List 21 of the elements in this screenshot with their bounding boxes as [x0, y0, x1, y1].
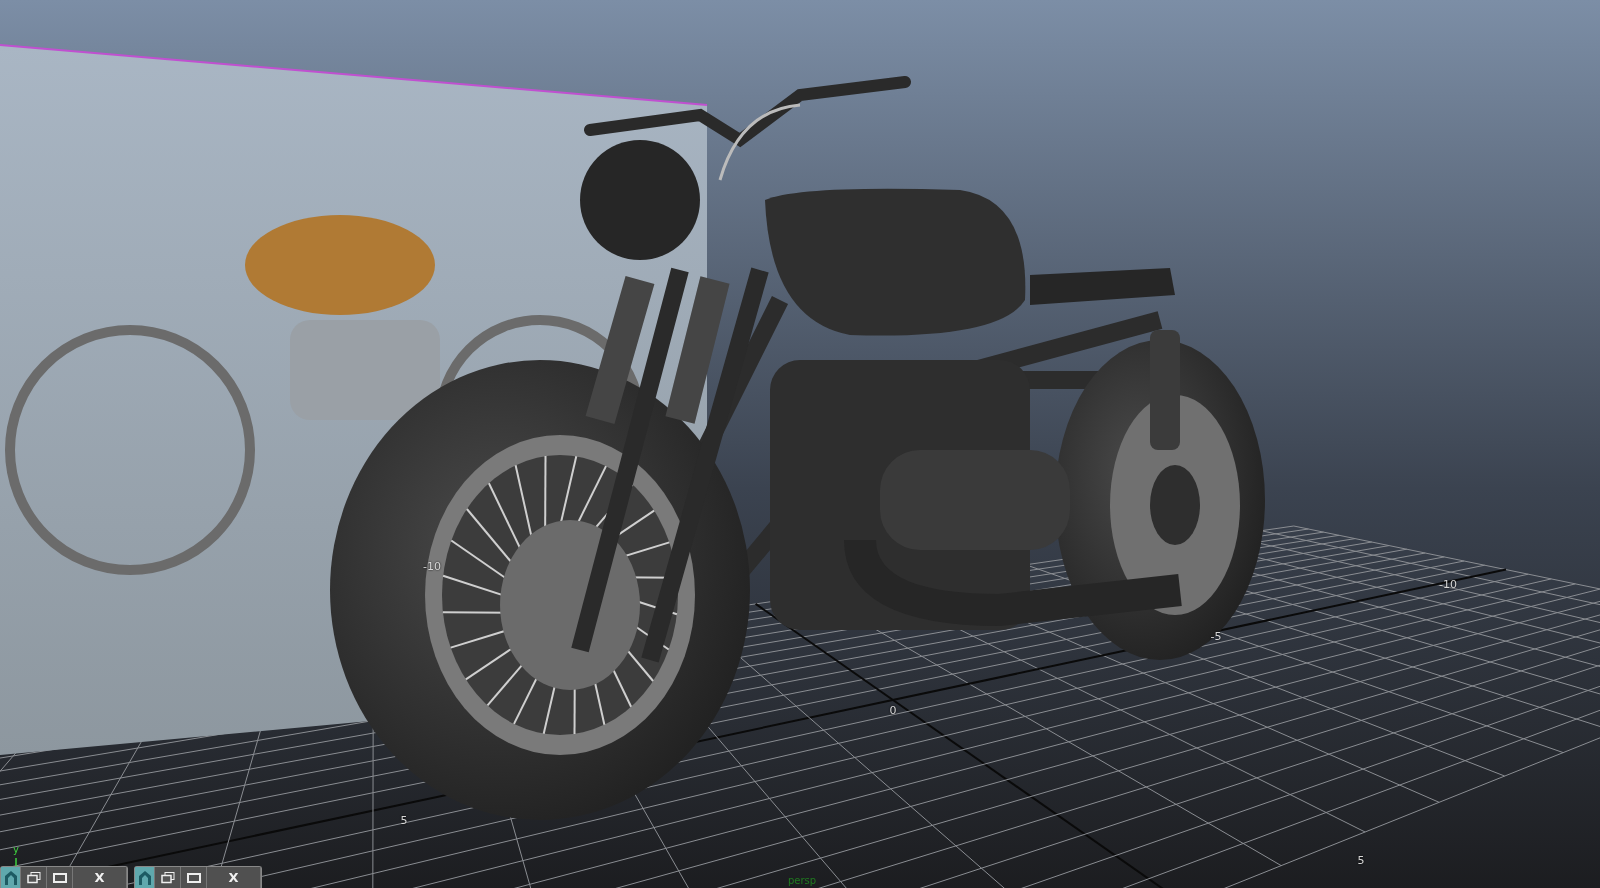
- grid-label: 5: [1357, 854, 1365, 866]
- close-button[interactable]: X: [73, 867, 127, 888]
- grid-label: 5: [400, 814, 408, 826]
- restore-icon: [26, 871, 41, 884]
- restore-button[interactable]: [155, 867, 181, 888]
- maximize-icon: [186, 872, 201, 883]
- grid-label: 0: [889, 704, 897, 716]
- app-icon[interactable]: [1, 867, 21, 888]
- maximize-button[interactable]: [181, 867, 207, 888]
- camera-label: persp: [788, 876, 817, 886]
- restore-button[interactable]: [21, 867, 47, 888]
- axis-label: y: [13, 845, 19, 855]
- app-logo-icon: [2, 869, 19, 886]
- close-button[interactable]: X: [207, 867, 261, 888]
- grid-label: -10: [1439, 578, 1457, 590]
- maximize-button[interactable]: [47, 867, 73, 888]
- maximize-icon: [52, 872, 67, 883]
- grid-label: -5: [1210, 630, 1222, 642]
- restore-icon: [160, 871, 175, 884]
- app-icon[interactable]: [135, 867, 155, 888]
- app-logo-icon: [136, 869, 153, 886]
